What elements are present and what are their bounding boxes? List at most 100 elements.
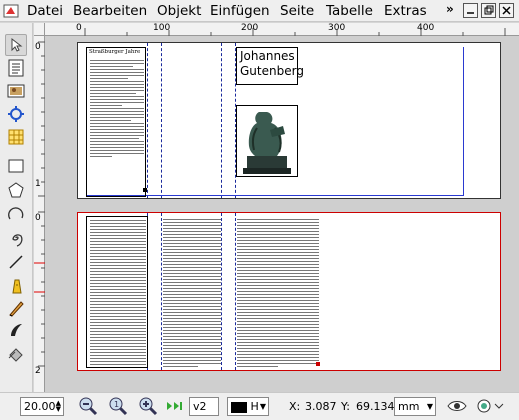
rectangle-icon [8,159,24,173]
frame-handle[interactable] [143,188,147,192]
ruler-label: 0 [35,213,41,223]
polygon-tool-button[interactable] [5,179,27,201]
ruler-label: 400 [417,23,435,33]
unit-value: mm [398,400,420,413]
table-tool-button[interactable] [5,126,27,148]
ruler-label: 0 [76,23,82,33]
arc-tool-button[interactable] [5,203,27,225]
chevron-down-icon: ▼ [426,402,433,411]
zoom-in-icon[interactable] [138,396,158,416]
image-frame[interactable] [236,105,298,177]
select-tool-button[interactable] [5,34,27,56]
calligraphy-tool-button[interactable] [5,319,27,341]
ruler-label: 300 [328,23,346,33]
page-select[interactable]: v2 [189,397,219,416]
ruler-label: 0 [35,42,41,52]
text-frame-tool-button[interactable] [5,57,27,79]
restore-button[interactable] [481,3,496,18]
spiral-tool-button[interactable] [5,227,27,249]
document-canvas[interactable]: Straßburger Jahre Johannes Gutenberg [45,36,519,392]
ruler-corner [34,23,45,36]
page-heading: Johannes Gutenberg [240,49,304,78]
heading-text-frame[interactable]: Johannes Gutenberg [236,47,304,85]
close-button[interactable] [499,3,514,18]
render-frame-tool-button[interactable] [5,103,27,125]
article-body-text [90,60,144,159]
layer-name: H [250,400,259,413]
zoom-spinner-icon[interactable]: ▲ ▼ [56,400,61,413]
bezier-icon [12,279,22,294]
freehand-tool-button[interactable] [5,297,27,319]
chevron-down-icon: ▼ [259,402,266,411]
ruler-label: 200 [241,23,259,33]
column-2-text [163,219,221,368]
y-coordinate-label: Y: [341,400,350,413]
bezier-tool-button[interactable] [5,275,27,297]
menu-seite[interactable]: Seite [280,2,314,20]
status-bar: 20.00 ▲ ▼ 1 v2 H ▼ X: 3.087 Y: 69.134 mm … [0,392,519,420]
menu-bearbeiten[interactable]: Bearbeiten [73,2,147,20]
polygon-icon [8,182,24,198]
ruler-ticks [84,28,506,36]
zoom-100-icon[interactable]: 1 [108,396,128,416]
menu-datei[interactable]: Datei [27,2,63,20]
ruler-label: 2 [35,366,41,376]
menu-tabelle[interactable]: Tabelle [326,2,373,20]
page-navigation-icon[interactable] [165,396,187,416]
layer-color-swatch [231,401,247,413]
image-frame-tool-button[interactable] [5,80,27,102]
line-tool-button[interactable] [5,251,27,273]
page-select-value: v2 [193,400,207,413]
body-text-frame-col-1[interactable] [86,216,148,368]
scribus-app-icon[interactable] [3,3,19,19]
x-coordinate-label: X: [289,400,301,413]
article-text-frame[interactable]: Straßburger Jahre [86,47,146,197]
arc-icon [8,207,24,220]
body-text-frame-col-2[interactable] [161,216,223,368]
freehand-icon [9,301,24,317]
column-3-text [237,219,319,368]
unit-select[interactable]: mm ▼ [394,397,436,416]
restore-icon [484,5,494,15]
preview-mode-icon[interactable] [447,396,467,416]
spiral-icon [12,234,23,247]
zoom-out-icon[interactable] [78,396,98,416]
article-title: Straßburger Jahre [89,49,141,55]
rotate-tool-button[interactable] [5,343,27,365]
minimize-icon [467,12,474,14]
line-icon [9,255,23,269]
text-frame-icon [8,59,24,77]
tools-toolbar: » [0,23,33,409]
table-icon [8,129,24,145]
column-1-text [90,220,146,367]
y-coordinate-value: 69.134 [356,400,395,413]
text-overflow-marker [316,362,320,366]
menu-overflow-button[interactable]: » [446,2,454,16]
image-frame-icon [7,84,25,98]
ruler-label: 1 [35,179,41,189]
x-coordinate-value: 3.087 [305,400,337,413]
rotate-icon [8,348,23,362]
zoom-value: 20.00 [24,400,56,413]
visual-appearance-icon[interactable] [475,396,505,416]
horizontal-ruler[interactable]: 0 100 200 300 400 [45,23,519,36]
close-icon [502,6,511,15]
render-frame-icon [8,106,24,122]
menu-objekt[interactable]: Objekt [157,2,201,20]
vertical-ruler[interactable]: 0 1 0 2 [34,36,45,392]
menu-extras[interactable]: Extras [384,2,427,20]
page-1[interactable]: Straßburger Jahre Johannes Gutenberg [77,42,501,199]
menu-bar: Datei Bearbeiten Objekt Einfügen Seite T… [0,0,519,22]
body-text-frame-col-3[interactable] [235,216,321,368]
rectangle-tool-button[interactable] [5,155,27,177]
page-2[interactable] [77,212,501,371]
svg-text:1: 1 [114,400,119,409]
menu-einfuegen[interactable]: Einfügen [210,2,270,20]
gutenberg-statue-image [237,106,297,176]
ruler-label: 100 [153,23,171,33]
select-tool-icon [11,37,23,52]
layer-select[interactable]: H ▼ [227,397,269,416]
zoom-input[interactable]: 20.00 ▲ ▼ [20,397,64,416]
minimize-button[interactable] [463,3,478,18]
calligraphy-icon [11,324,22,336]
